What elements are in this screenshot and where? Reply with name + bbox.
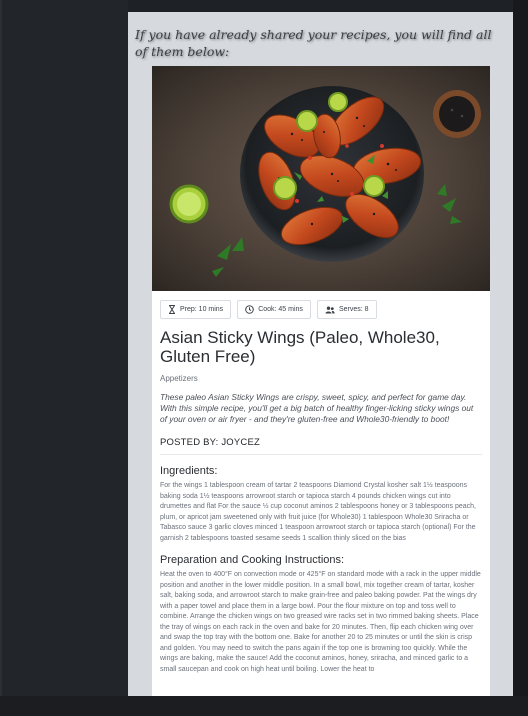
recipes-content-area: If you have already shared your recipes,… <box>128 12 513 696</box>
prep-time-label: Prep: 10 mins <box>180 306 224 313</box>
intro-text: If you have already shared your recipes,… <box>135 27 492 59</box>
prep-time-badge: Prep: 10 mins <box>160 300 232 319</box>
section-divider <box>160 454 482 455</box>
recipe-photo <box>152 66 490 291</box>
servings-badge: Serves: 8 <box>316 300 377 319</box>
clock-icon <box>245 305 254 314</box>
ingredients-text: For the wings 1 tablespoon cream of tart… <box>160 482 476 542</box>
cook-time-label: Cook: 45 mins <box>258 306 303 313</box>
sidebar-edge <box>0 0 2 716</box>
posted-by: POSTED BY: JOYCEZ <box>160 437 261 448</box>
bottom-bar <box>0 696 528 716</box>
scrollbar-track[interactable] <box>513 0 528 716</box>
recipe-card[interactable]: Prep: 10 mins Cook: 45 mins Serves: 8 As… <box>152 66 490 696</box>
hourglass-icon <box>169 305 175 314</box>
instructions-text: Heat the oven to 400°F on convection mod… <box>160 571 481 673</box>
recipe-category[interactable]: Appetizers <box>160 374 482 383</box>
recipe-meta-badges: Prep: 10 mins Cook: 45 mins Serves: 8 <box>160 300 490 319</box>
ingredients-heading: Ingredients: <box>160 465 218 477</box>
left-sidebar-panel <box>0 0 128 716</box>
people-icon <box>325 306 335 313</box>
instructions-heading: Preparation and Cooking Instructions: <box>160 554 345 566</box>
servings-label: Serves: 8 <box>338 306 369 313</box>
cook-time-badge: Cook: 45 mins <box>237 300 311 319</box>
recipe-title[interactable]: Asian Sticky Wings (Paleo, Whole30, Glut… <box>160 328 482 366</box>
recipe-description: These paleo Asian Sticky Wings are crisp… <box>160 392 474 424</box>
